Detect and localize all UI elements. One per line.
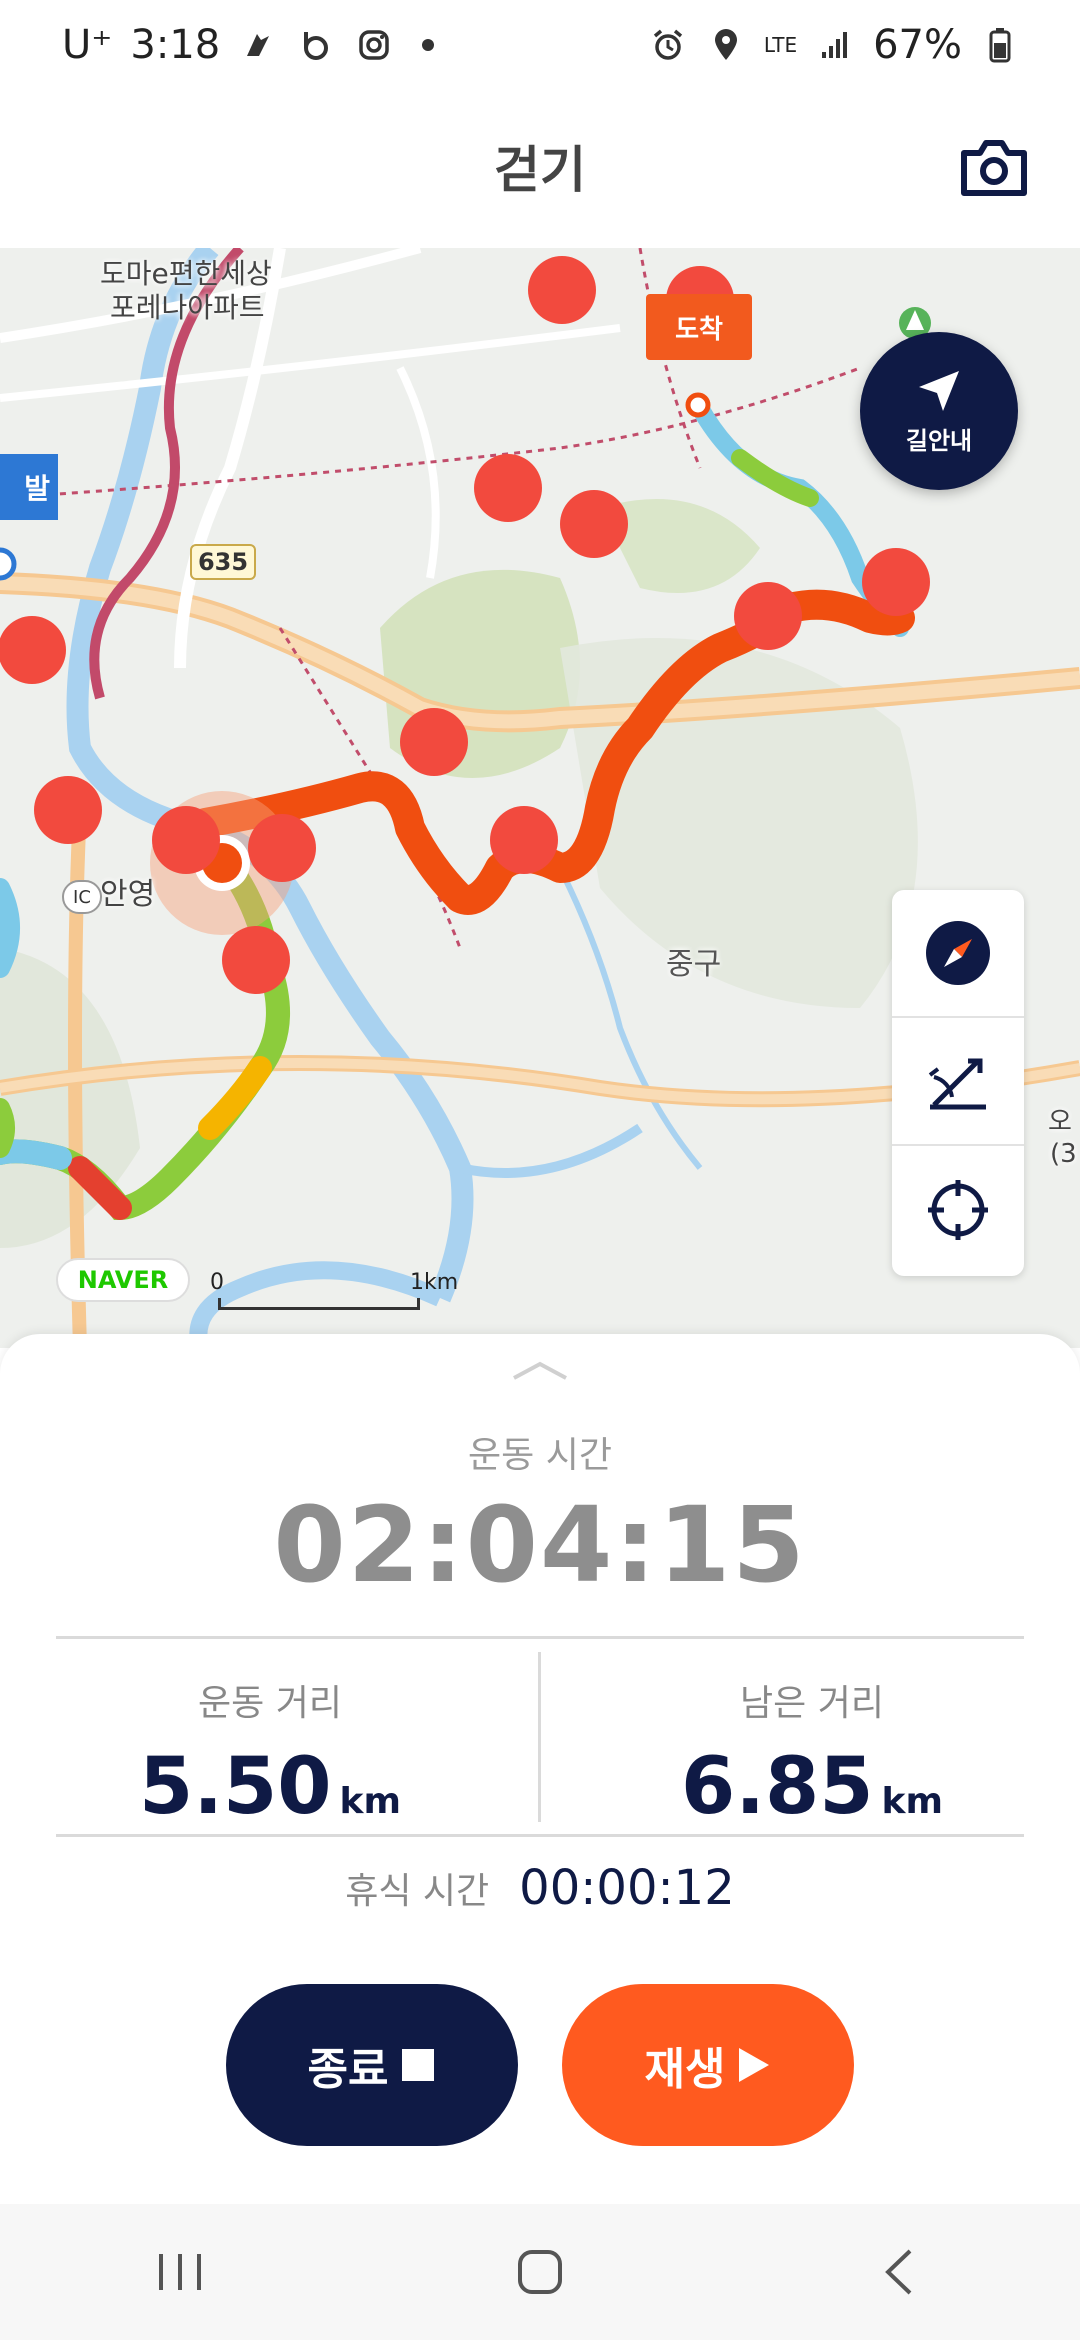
divider-bottom: [56, 1834, 1024, 1837]
carrier-label: U⁺: [62, 22, 113, 68]
remaining-value: 6.85: [681, 1742, 874, 1832]
distance-stat: 운동 거리 5.50 km: [50, 1674, 490, 1832]
compass-icon: [926, 921, 990, 985]
remaining-stat: 남은 거리 6.85 km: [592, 1674, 1032, 1832]
navigation-button[interactable]: 길안내: [860, 332, 1018, 490]
system-nav-bar: [0, 2204, 1080, 2340]
status-left: U⁺ 3:18: [62, 22, 435, 68]
remaining-value-row: 6.85 km: [592, 1742, 1032, 1832]
scale-end: 1km: [410, 1270, 459, 1295]
exercise-timer: 02:04:15: [273, 1484, 807, 1606]
divider-top: [56, 1636, 1024, 1639]
distance-value-row: 5.50 km: [50, 1742, 490, 1832]
place-label-junggu: 중구: [666, 947, 722, 982]
distance-label: 운동 거리: [198, 1683, 342, 1724]
recent-apps-button[interactable]: [130, 2232, 230, 2312]
play-icon: [739, 2048, 770, 2082]
app-header: 걷기: [0, 90, 1080, 248]
divider-vertical: [538, 1652, 541, 1822]
road-number-badge: 635: [190, 544, 256, 580]
recent-apps-icon: [159, 2254, 201, 2290]
rest-time-row: 휴식 시간 00:00:12: [0, 1860, 1080, 1916]
place-label-anyeong: 안영: [100, 877, 156, 912]
crosshair-icon: [928, 1180, 988, 1240]
stop-label: 종료: [307, 2044, 389, 2095]
place-label-apartment-2: 포레나아파트: [110, 291, 265, 324]
map-scale: 0 1km: [210, 1270, 458, 1318]
place-label-right-1: 오: [1048, 1107, 1072, 1137]
map-tool-panel: [892, 890, 1024, 1276]
location-icon: [706, 25, 746, 65]
back-icon: [885, 2249, 912, 2295]
naver-logo: NAVER: [56, 1258, 190, 1302]
scale-start: 0: [210, 1270, 224, 1295]
distance-unit: km: [339, 1781, 401, 1822]
navigation-label: 길안내: [905, 426, 973, 455]
tilt-icon: [928, 1058, 986, 1110]
status-bar: U⁺ 3:18 LTE 67%: [0, 0, 1080, 90]
app-notification-icon: [238, 25, 278, 65]
place-label-right-2: (3: [1050, 1139, 1077, 1169]
stop-icon: [402, 2049, 435, 2081]
battery-percent: 67%: [873, 22, 962, 68]
remaining-label: 남은 거리: [740, 1683, 884, 1724]
ic-badge: IC: [62, 880, 102, 914]
home-button[interactable]: [490, 2232, 590, 2312]
place-label-apartment-1: 도마e편한세상: [100, 257, 272, 290]
camera-icon: [961, 140, 1027, 196]
arrival-tag: 도착: [646, 294, 752, 360]
chevron-up-icon: [513, 1361, 567, 1380]
play-button[interactable]: 재생: [562, 1984, 854, 2146]
compass-button[interactable]: [892, 890, 1024, 1018]
remaining-unit: km: [881, 1781, 943, 1822]
rest-time-label: 휴식 시간: [345, 1871, 490, 1912]
locate-me-button[interactable]: [892, 1146, 1024, 1274]
workout-panel: 운동 시간 02:04:15 운동 거리 5.50 km 남은 거리 6.85 km…: [0, 1334, 1080, 2204]
more-notifications-dot: [422, 39, 435, 51]
play-label: 재생: [644, 2044, 726, 2095]
battery-icon: [980, 25, 1020, 65]
departure-tag: 발: [0, 454, 58, 520]
instagram-icon: [354, 25, 394, 65]
scale-line: [218, 1298, 420, 1310]
home-icon: [518, 2250, 562, 2294]
back-button[interactable]: [850, 2232, 950, 2312]
stop-button[interactable]: 종료: [226, 1984, 518, 2146]
navigation-arrow-icon: [919, 370, 959, 411]
camera-button[interactable]: [958, 132, 1030, 204]
network-type: LTE: [763, 33, 798, 57]
clock: 3:18: [130, 22, 221, 68]
page-title: 걷기: [494, 141, 586, 199]
tilt-view-button[interactable]: [892, 1018, 1024, 1146]
alarm-icon: [648, 25, 688, 65]
band-icon: [296, 25, 336, 65]
exercise-time-label: 운동 시간: [468, 1435, 612, 1476]
rest-time-value: 00:00:12: [519, 1860, 735, 1916]
expand-handle[interactable]: [510, 1356, 570, 1386]
route-map[interactable]: 발 도착 도마e편한세상 포레나아파트 안영 중구 오 (3 635 IC 길안…: [0, 248, 1080, 1348]
signal-icon: [815, 25, 855, 65]
status-right: LTE 67%: [648, 22, 1020, 68]
distance-value: 5.50: [139, 1742, 332, 1832]
